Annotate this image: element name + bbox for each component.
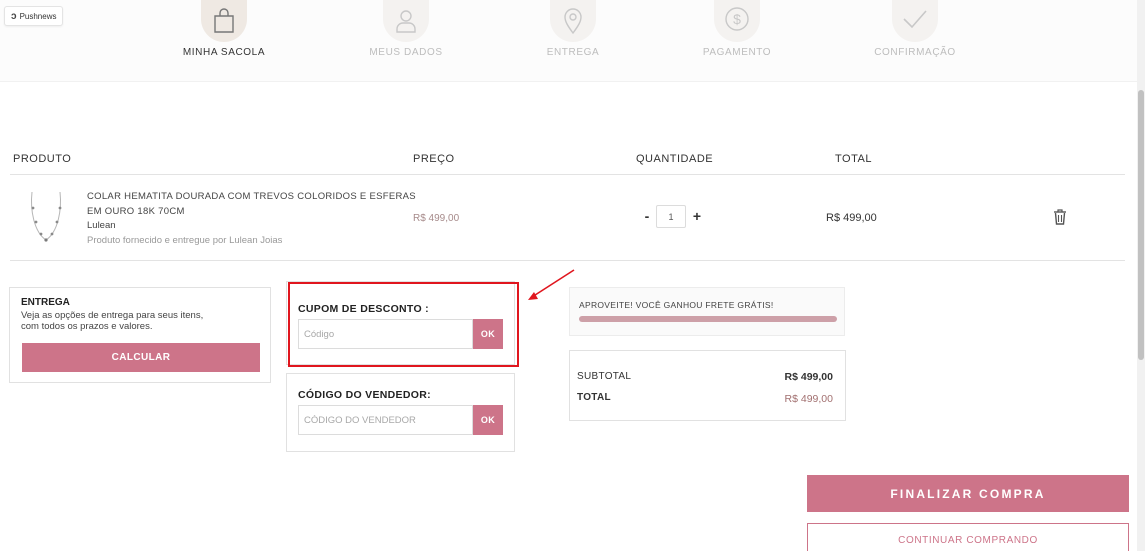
step-meus-dados[interactable]: MEUS DADOS (326, 0, 486, 58)
promo-text: APROVEITE! VOCÊ GANHOU FRETE GRÁTIS! (579, 300, 774, 310)
trash-icon[interactable] (1053, 209, 1067, 225)
scrollbar-thumb[interactable] (1138, 90, 1144, 360)
step-confirmacao[interactable]: CONFIRMAÇÃO (835, 0, 995, 58)
product-seller-note: Produto fornecido e entregue por Lulean … (87, 235, 283, 246)
free-shipping-progress-bar (579, 316, 837, 322)
seller-code-box: CÓDIGO DO VENDEDOR: OK (286, 373, 515, 452)
subtotal-value: R$ 499,00 (784, 371, 833, 383)
quantity-increase-button[interactable]: + (691, 208, 703, 224)
shipping-title: ENTREGA (21, 297, 70, 308)
product-price: R$ 499,00 (413, 213, 460, 224)
pushnews-label: Pushnews (19, 11, 57, 21)
seller-code-ok-button[interactable]: OK (473, 405, 503, 435)
location-pin-icon (550, 0, 596, 42)
total-value: R$ 499,00 (784, 393, 833, 405)
total-label: TOTAL (577, 392, 611, 403)
user-icon (383, 0, 429, 42)
continue-shopping-button[interactable]: CONTINUAR COMPRANDO (807, 523, 1129, 551)
quantity-input[interactable] (656, 205, 686, 228)
scrollbar[interactable] (1137, 0, 1145, 551)
divider (10, 260, 1125, 261)
free-shipping-promo: APROVEITE! VOCÊ GANHOU FRETE GRÁTIS! (569, 287, 845, 336)
step-label: MINHA SACOLA (182, 47, 266, 58)
product-image[interactable] (22, 188, 72, 246)
step-label: CONFIRMAÇÃO (874, 47, 956, 58)
dollar-coin-icon: $ (714, 0, 760, 42)
step-label: ENTREGA (546, 47, 600, 58)
header-produto: PRODUTO (13, 153, 72, 165)
product-brand: Lulean (87, 220, 116, 231)
calculate-shipping-button[interactable]: CALCULAR (22, 343, 260, 372)
checkout-button[interactable]: FINALIZAR COMPRA (807, 475, 1129, 512)
bag-icon (201, 0, 247, 42)
header-quantidade: QUANTIDADE (636, 153, 714, 165)
header-preco: PREÇO (413, 153, 455, 165)
product-name[interactable]: COLAR HEMATITA DOURADA COM TREVOS COLORI… (87, 189, 417, 219)
highlight-frame (288, 282, 519, 367)
step-minha-sacola[interactable]: MINHA SACOLA (144, 0, 304, 58)
pushnews-badge[interactable]: ↄ Pushnews (4, 6, 64, 26)
subtotal-label: SUBTOTAL (577, 371, 632, 382)
shipping-box: ENTREGA Veja as opções de entrega para s… (9, 287, 271, 383)
seller-code-input[interactable] (298, 405, 473, 435)
pushnews-logo-icon: ↄ (11, 10, 17, 22)
step-entrega[interactable]: ENTREGA (493, 0, 653, 58)
seller-code-title: CÓDIGO DO VENDEDOR: (298, 389, 431, 401)
step-label: PAGAMENTO (702, 47, 772, 58)
order-summary: SUBTOTAL R$ 499,00 TOTAL R$ 499,00 (569, 350, 846, 421)
product-total: R$ 499,00 (826, 212, 877, 224)
step-label: MEUS DADOS (369, 47, 443, 58)
header-total: TOTAL (835, 153, 872, 165)
divider (10, 174, 1125, 175)
shipping-description: Veja as opções de entrega para seus iten… (21, 310, 204, 332)
quantity-decrease-button[interactable]: - (641, 208, 653, 224)
svg-text:$: $ (733, 11, 741, 27)
step-pagamento[interactable]: $ PAGAMENTO (657, 0, 817, 58)
check-icon (892, 0, 938, 42)
